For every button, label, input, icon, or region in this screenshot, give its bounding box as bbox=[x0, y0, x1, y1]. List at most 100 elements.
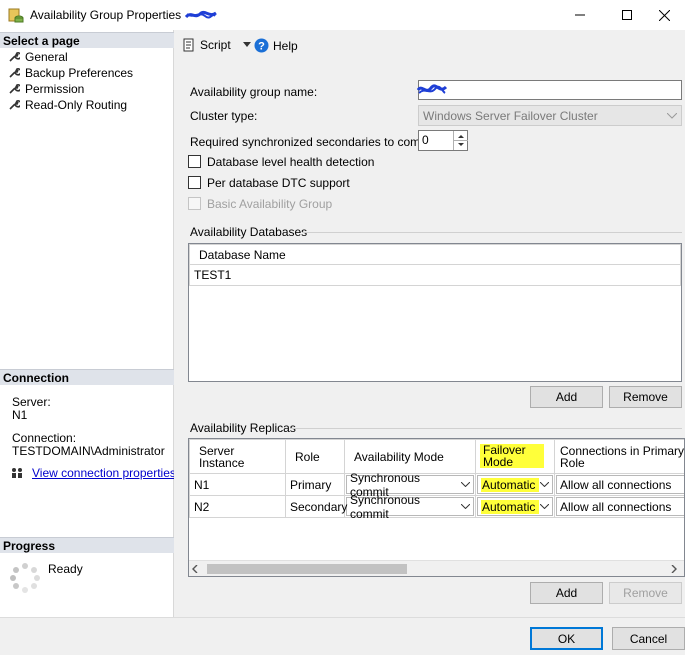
connection-value: TESTDOMAIN\Administrator bbox=[12, 444, 165, 458]
database-properties-icon bbox=[8, 8, 24, 23]
page-label: General bbox=[25, 50, 68, 64]
ag-name-label: Availability group name: bbox=[190, 85, 318, 99]
close-button[interactable] bbox=[641, 0, 685, 30]
help-button[interactable]: ? Help bbox=[254, 38, 298, 53]
connection-label: Connection: bbox=[12, 431, 77, 445]
progress-spinner-icon bbox=[10, 563, 40, 593]
ag-name-input[interactable] bbox=[417, 80, 682, 100]
connection-users-icon bbox=[12, 468, 22, 478]
dtc-label: Per database DTC support bbox=[207, 176, 350, 190]
server-cell: N2 bbox=[189, 495, 286, 518]
role-cell: Primary bbox=[285, 473, 345, 496]
availability-mode-dropdown[interactable]: Synchronous commit bbox=[346, 493, 474, 521]
progress-header: Progress bbox=[0, 537, 174, 553]
redaction-scribble bbox=[185, 10, 217, 19]
general-page-content: Availability group name: Cluster type: W… bbox=[174, 64, 685, 617]
wrench-icon bbox=[9, 68, 20, 78]
page-general[interactable]: General bbox=[8, 49, 68, 65]
group-divider bbox=[290, 428, 682, 429]
help-label: Help bbox=[273, 38, 298, 53]
stepper-arrows[interactable] bbox=[453, 131, 468, 150]
cluster-type-label: Cluster type: bbox=[190, 109, 258, 123]
page-backup-preferences[interactable]: Backup Preferences bbox=[8, 65, 133, 81]
failover-mode-dropdown[interactable]: Automatic bbox=[477, 475, 553, 494]
basic-ag-checkbox[interactable] bbox=[188, 197, 201, 210]
availability-mode-dropdown[interactable]: Synchronous commit bbox=[346, 471, 474, 499]
connections-header[interactable]: Connections in Primary Role bbox=[554, 439, 684, 474]
availability-mode-header[interactable]: Availability Mode bbox=[344, 439, 476, 474]
title-bar: Availability Group Properties bbox=[0, 0, 685, 30]
connections-dropdown[interactable]: Allow all connections bbox=[556, 497, 684, 516]
view-connection-properties-link[interactable]: View connection properties bbox=[32, 466, 176, 480]
availability-mode-value: Synchronous commit bbox=[350, 492, 421, 521]
failover-mode-value: Automatic bbox=[481, 477, 540, 492]
database-row-test1[interactable]: TEST1 bbox=[189, 264, 681, 286]
page-read-only-routing[interactable]: Read-Only Routing bbox=[8, 97, 127, 113]
add-database-button[interactable]: Add bbox=[530, 386, 603, 408]
chevron-down-icon bbox=[540, 504, 549, 509]
script-icon bbox=[183, 38, 194, 52]
replicas-group-label: Availability Replicas bbox=[190, 421, 296, 435]
remove-replica-button[interactable]: Remove bbox=[609, 582, 682, 604]
close-icon bbox=[658, 9, 670, 21]
table-row[interactable]: N2 Secondary Synchronous commit Automati… bbox=[189, 493, 684, 521]
add-replica-button[interactable]: Add bbox=[530, 582, 603, 604]
role-cell: Secondary bbox=[285, 495, 347, 518]
progress-status: Ready bbox=[48, 562, 83, 576]
failover-mode-dropdown[interactable]: Automatic bbox=[477, 497, 553, 516]
role-header[interactable]: Role bbox=[285, 439, 345, 474]
toolbar: Script ? Help bbox=[174, 30, 685, 64]
redaction-scribble bbox=[417, 84, 447, 94]
dtc-checkbox[interactable] bbox=[188, 176, 201, 189]
db-health-label: Database level health detection bbox=[207, 155, 375, 169]
basic-ag-label: Basic Availability Group bbox=[207, 197, 333, 211]
server-value: N1 bbox=[12, 408, 28, 422]
required-sync-stepper[interactable]: 0 bbox=[418, 130, 468, 151]
svg-text:?: ? bbox=[258, 41, 265, 53]
group-divider bbox=[302, 232, 682, 233]
window-title: Availability Group Properties bbox=[30, 8, 182, 22]
database-name-header[interactable]: Database Name bbox=[189, 244, 681, 265]
page-label: Permission bbox=[25, 82, 85, 96]
minimize-icon bbox=[575, 14, 585, 16]
script-label: Script bbox=[200, 38, 231, 52]
dialog-footer: OK Cancel bbox=[0, 617, 685, 655]
script-button[interactable]: Script bbox=[182, 38, 251, 52]
databases-grid: Database Name TEST1 bbox=[188, 243, 682, 382]
cluster-type-dropdown[interactable]: Windows Server Failover Cluster bbox=[418, 105, 682, 126]
wrench-icon bbox=[9, 84, 20, 94]
cluster-type-value: Windows Server Failover Cluster bbox=[423, 108, 598, 123]
chevron-down-icon bbox=[242, 42, 251, 47]
server-label: Server: bbox=[12, 395, 51, 409]
page-label: Read-Only Routing bbox=[25, 98, 128, 112]
server-instance-header[interactable]: Server Instance bbox=[189, 439, 286, 474]
databases-group-label: Availability Databases bbox=[190, 225, 308, 239]
page-permission[interactable]: Permission bbox=[8, 81, 84, 97]
minimize-button[interactable] bbox=[557, 0, 603, 30]
failover-mode-header[interactable]: Failover Mode bbox=[475, 439, 555, 474]
connections-value: Allow all connections bbox=[560, 477, 672, 492]
wrench-icon bbox=[9, 52, 20, 62]
stepper-icon bbox=[454, 135, 468, 146]
select-page-header: Select a page bbox=[0, 32, 174, 48]
connections-value: Allow all connections bbox=[560, 499, 672, 514]
connection-header: Connection bbox=[0, 369, 174, 385]
chevron-down-icon bbox=[461, 504, 470, 509]
help-icon: ? bbox=[254, 38, 269, 53]
horizontal-scrollbar[interactable] bbox=[189, 560, 684, 576]
ok-button[interactable]: OK bbox=[530, 627, 603, 650]
required-sync-label: Required synchronized secondaries to com… bbox=[190, 135, 440, 149]
cancel-button[interactable]: Cancel bbox=[612, 627, 685, 650]
scrollbar-thumb[interactable] bbox=[207, 564, 407, 574]
chevron-down-icon bbox=[461, 482, 470, 487]
connections-dropdown[interactable]: Allow all connections bbox=[556, 475, 684, 494]
left-pane: Select a page General Backup Preferences… bbox=[0, 30, 176, 617]
page-label: Backup Preferences bbox=[25, 66, 134, 80]
server-cell: N1 bbox=[189, 473, 286, 496]
remove-database-button[interactable]: Remove bbox=[609, 386, 682, 408]
db-health-checkbox[interactable] bbox=[188, 155, 201, 168]
wrench-icon bbox=[9, 100, 20, 110]
scroll-left-icon[interactable] bbox=[192, 565, 198, 573]
chevron-down-icon bbox=[667, 112, 677, 119]
scroll-right-icon[interactable] bbox=[671, 565, 677, 573]
